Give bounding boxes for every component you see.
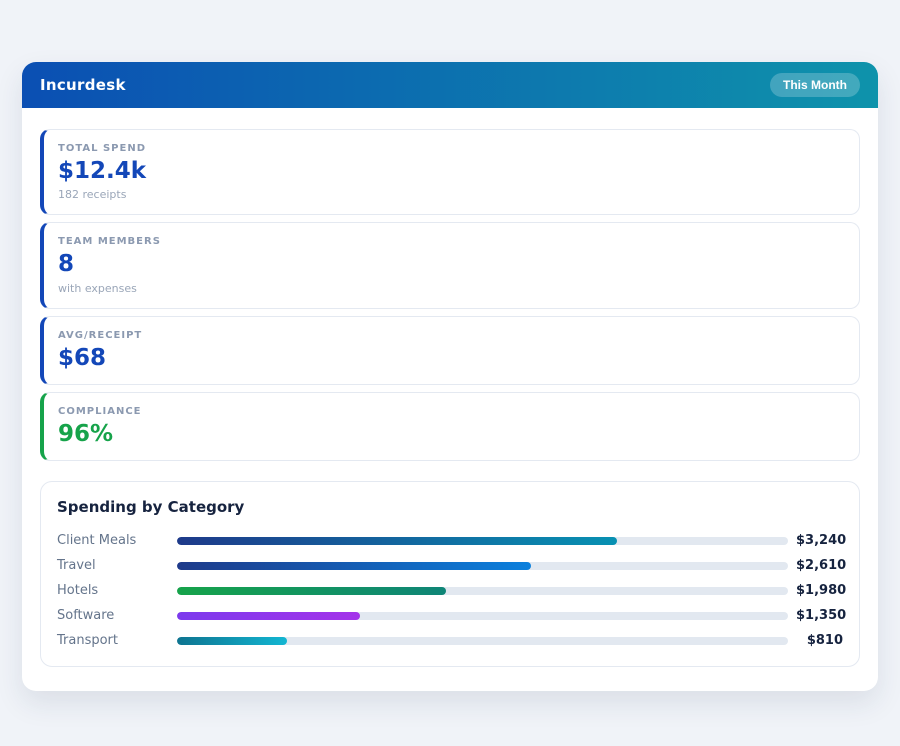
stat-value: $12.4k [58,158,147,184]
bar-track [177,536,788,545]
category-label: Software [57,608,115,624]
category-value: $3,240 [796,533,847,549]
bar-track [177,586,788,595]
dashboard-body: TOTAL SPEND $12.4k 182 receipts TEAM MEM… [22,108,878,691]
bar-fill [177,561,532,570]
stat-value: $68 [58,344,107,371]
category-value: $1,350 [796,608,847,624]
category-row-transport: Transport $810 [57,628,843,653]
bar-fill [177,636,287,645]
bar-fill [177,586,446,595]
category-row-travel: Travel $2,610 [57,553,847,578]
category-label: Transport [57,633,119,649]
bar-track [177,611,788,620]
stat-label: TOTAL SPEND [58,143,146,154]
category-row-client-meals: Client Meals $3,240 [57,528,847,553]
stat-card-total-spend: TOTAL SPEND $12.4k 182 receipts [40,129,860,216]
stat-subtext: 182 receipts [58,188,127,202]
app-title: Incurdesk [40,76,126,94]
spending-by-category-panel: Spending by Category Client Meals $3,240… [40,481,860,668]
bar-fill [177,536,617,545]
stat-value: 8 [58,251,75,278]
category-value: $810 [806,633,843,649]
stat-value: 96% [58,420,114,447]
category-label: Travel [57,558,96,574]
stat-card-compliance: COMPLIANCE 96% [40,391,860,462]
category-label: Hotels [57,583,99,599]
category-value: $2,610 [796,558,847,574]
period-badge[interactable]: This Month [770,73,860,97]
bar-track [177,561,788,570]
panel-title: Spending by Category [57,498,245,517]
stat-card-team-members: TEAM MEMBERS 8 with expenses [40,222,860,309]
app-header: Incurdesk This Month [22,62,878,108]
bar-track [177,636,788,645]
stat-subtext: with expenses [58,281,137,295]
category-row-hotels: Hotels $1,980 [57,578,847,603]
stat-card-avg-receipt: AVG/RECEIPT $68 [40,315,860,385]
stat-label: AVG/RECEIPT [58,329,143,341]
category-label: Client Meals [57,533,137,549]
bar-fill [177,611,361,620]
category-value: $1,980 [796,583,847,599]
dashboard-card: Incurdesk This Month TOTAL SPEND $12.4k … [22,62,878,692]
stat-label: TEAM MEMBERS [58,236,161,248]
stat-label: COMPLIANCE [58,405,142,417]
category-row-software: Software $1,350 [57,603,847,628]
